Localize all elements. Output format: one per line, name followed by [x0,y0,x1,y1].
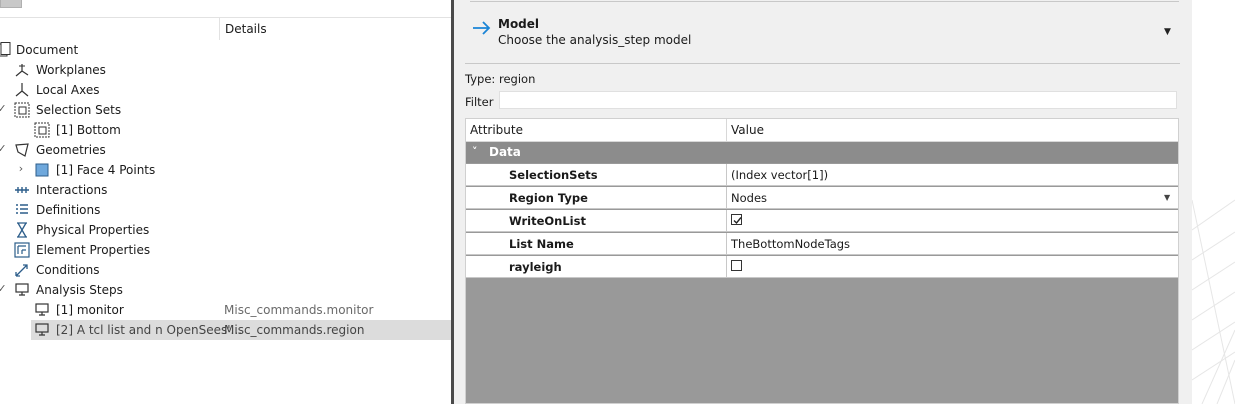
model-subtitle[interactable]: Choose the analysis_step model [498,33,691,47]
attribute-column-header[interactable]: Attribute [470,123,523,137]
interactions-icon [14,182,30,198]
tree-item-label: [1] Bottom [56,123,121,137]
tree-item-document[interactable]: Document [0,40,451,60]
tree-item-label: Element Properties [36,243,151,257]
chevron-down-icon[interactable]: ✓ [0,142,7,156]
properties-panel: Model Choose the analysis_step model ▼ T… [451,0,1192,404]
tree-item-face-4-points[interactable]: › [1] Face 4 Points [0,160,451,180]
physical-properties-icon [14,222,30,238]
column-separator[interactable] [726,119,727,141]
model-tree-panel: Details Document Workplanes Local Axes ✓… [0,0,451,404]
tree-item-label: Interactions [36,183,108,197]
conditions-icon [14,262,30,278]
chevron-down-icon[interactable]: ˅ [472,145,478,158]
tree-item-label: [1] Face 4 Points [56,163,156,177]
tree-item-region-step[interactable]: [2] A tcl list and n OpenSees'... Misc_c… [0,320,451,340]
tree-item-detail: Misc_commands.region [224,323,365,337]
attribute-name: SelectionSets [509,168,598,182]
attribute-value[interactable]: (Index vector[1]) [731,168,828,182]
tree-item-label: [2] A tcl list and n OpenSees'... [56,323,242,337]
3d-viewport[interactable] [1192,0,1235,404]
tree-item-physical-properties[interactable]: Physical Properties [0,220,451,240]
chevron-down-icon[interactable]: ✓ [0,102,7,116]
tree-item-local-axes[interactable]: Local Axes [0,80,451,100]
workplanes-icon [14,62,30,78]
chevron-down-icon[interactable]: ✓ [0,282,7,296]
filter-input[interactable] [499,91,1177,109]
table-row-list-name[interactable]: List Name TheBottomNodeTags [466,233,1178,255]
attribute-name: List Name [509,237,574,251]
tree-item-monitor[interactable]: [1] monitor Misc_commands.monitor [0,300,451,320]
group-row-data[interactable]: ˅ Data [466,142,1178,163]
tree-item-label: Conditions [36,263,100,277]
tree-item-element-properties[interactable]: Element Properties [0,240,451,260]
table-row-writeonlist[interactable]: WriteOnList [466,210,1178,232]
tree-item-workplanes[interactable]: Workplanes [0,60,451,80]
analysis-step-icon [34,302,50,318]
type-label: Type: [465,72,496,86]
analysis-steps-icon [14,282,30,298]
table-row-region-type[interactable]: Region Type Nodes ▼ [466,187,1178,209]
face-icon [34,162,50,178]
tree-item-conditions[interactable]: Conditions [0,260,451,280]
tree-item-selection-sets[interactable]: ✓ Selection Sets [0,100,451,120]
tree-item-label: Physical Properties [36,223,150,237]
arrow-right-icon [472,19,492,37]
table-row-selectionsets[interactable]: SelectionSets (Index vector[1]) [466,164,1178,186]
attribute-table: Attribute Value ˅ Data SelectionSets (In… [465,118,1179,404]
tree-item-label: Selection Sets [36,103,122,117]
local-axes-icon [14,82,30,98]
analysis-step-icon [34,322,50,338]
value-column-header[interactable]: Value [731,123,764,137]
scrollbar-stub[interactable] [0,0,22,8]
tree-item-label: Definitions [36,203,101,217]
viewport-grid [1192,199,1235,404]
type-value: region [499,72,536,86]
model-title[interactable]: Model [498,17,539,31]
tree-item-label: Geometries [36,143,106,157]
attribute-name: WriteOnList [509,214,586,228]
cell-separator [726,164,727,186]
attribute-name: Region Type [509,191,588,205]
definitions-icon [14,202,30,218]
list-name-field[interactable]: TheBottomNodeTags [731,237,850,251]
element-properties-icon [14,242,30,258]
tree-item-definitions[interactable]: Definitions [0,200,451,220]
group-label: Data [489,145,521,159]
tree-item-label: [1] monitor [56,303,124,317]
filter-label: Filter [465,95,494,109]
tree-item-detail: Misc_commands.monitor [224,303,374,317]
region-type-select[interactable]: Nodes [731,191,767,205]
cell-separator [726,233,727,255]
chevron-down-icon[interactable]: ▼ [1164,27,1171,37]
divider [465,63,1180,64]
writeonlist-checkbox[interactable] [731,214,742,225]
selection-sets-icon [14,102,30,118]
attribute-name: rayleigh [509,260,562,274]
tree-item-label: Analysis Steps [36,283,123,297]
selection-set-icon [34,122,50,138]
tree-item-label: Workplanes [36,63,106,77]
cell-separator [726,256,727,278]
tree-item-analysis-steps[interactable]: ✓ Analysis Steps [0,280,451,300]
details-column-header[interactable]: Details [225,22,267,36]
cell-separator [726,187,727,209]
chevron-right-icon[interactable]: › [16,162,26,176]
table-header: Attribute Value [466,119,1178,142]
tree-item-label: Document [16,43,79,57]
geometries-icon [14,142,30,158]
document-icon [0,42,12,58]
dropdown-arrow-icon[interactable]: ▼ [1164,193,1170,202]
tree-item-interactions[interactable]: Interactions [0,180,451,200]
tree-header: Details [0,17,451,40]
cell-separator [726,210,727,232]
panel-top-border [470,0,1179,2]
tree-item-label: Local Axes [36,83,100,97]
tree-item-geometries[interactable]: ✓ Geometries [0,140,451,160]
rayleigh-checkbox[interactable] [731,260,742,271]
column-separator[interactable] [219,18,220,40]
table-row-rayleigh[interactable]: rayleigh [466,256,1178,278]
tree-item-bottom[interactable]: [1] Bottom [0,120,451,140]
